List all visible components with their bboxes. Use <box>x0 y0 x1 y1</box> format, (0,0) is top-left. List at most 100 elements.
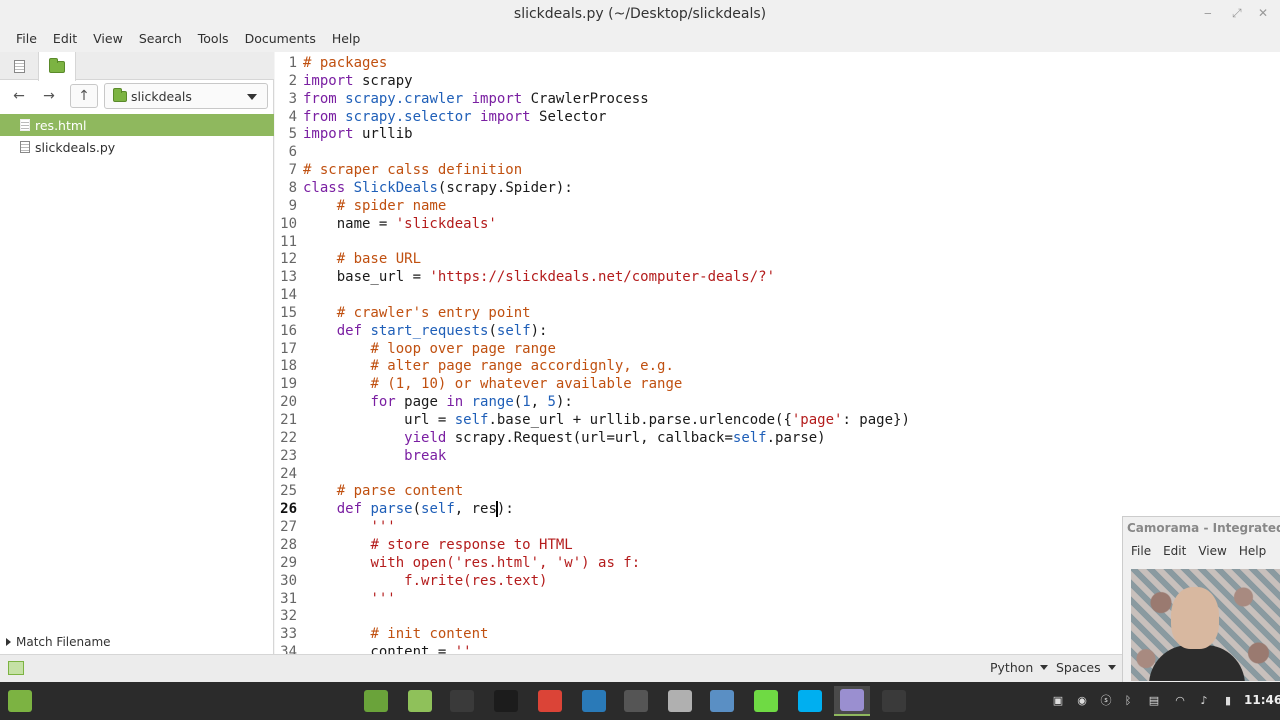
code-token: in <box>446 394 464 411</box>
menu-tools[interactable]: Tools <box>190 28 237 52</box>
volume-icon[interactable]: ♪ <box>1196 692 1212 708</box>
skype-icon <box>798 690 822 712</box>
keyboard-layout-flag-icon[interactable]: ▤ <box>1146 692 1162 708</box>
code-line[interactable]: # (1, 10) or whatever available range <box>303 375 682 393</box>
minimize-button[interactable]: ‒ <box>1204 6 1212 20</box>
code-line[interactable]: import scrapy <box>303 72 413 90</box>
webcam-tray-icon[interactable]: ◉ <box>1074 692 1090 708</box>
code-token: # alter page range accordignly, e.g. <box>370 358 674 375</box>
code-line[interactable]: def start_requests(self): <box>303 322 548 340</box>
taskbar-terminal-2[interactable] <box>876 686 912 716</box>
taskbar-mint-menu[interactable] <box>2 686 38 716</box>
skype-tray-icon[interactable]: ⓢ <box>1098 692 1114 708</box>
taskbar-calculator[interactable] <box>618 686 654 716</box>
file-item[interactable]: slickdeals.py <box>0 136 274 158</box>
menu-view[interactable]: View <box>85 28 131 52</box>
menu-search[interactable]: Search <box>131 28 190 52</box>
code-line[interactable]: ''' <box>303 590 395 608</box>
parent-folder-button[interactable]: ↑ <box>70 84 98 108</box>
side-panel-toggle-icon[interactable] <box>8 661 24 675</box>
bluetooth-icon[interactable]: ᛒ <box>1120 692 1136 708</box>
code-token: f.write(res.text) <box>404 572 548 589</box>
text-editor-icon <box>840 689 864 711</box>
code-line[interactable]: yield scrapy.Request(url=url, callback=s… <box>303 429 825 447</box>
code-token: with open('res.html', 'w') as f: <box>370 554 641 571</box>
code-line[interactable]: # packages <box>303 54 387 72</box>
file-item[interactable]: res.html <box>0 114 274 136</box>
code-line[interactable]: # base URL <box>303 250 421 268</box>
clock[interactable]: 11:46 <box>1244 693 1280 707</box>
match-filename-expander[interactable]: Match Filename <box>6 635 111 649</box>
code-line[interactable]: # loop over page range <box>303 340 555 358</box>
code-token: # parse content <box>336 483 464 500</box>
menu-documents[interactable]: Documents <box>237 28 324 52</box>
code-token: scrapy.Request(url=url, callback= <box>446 429 733 446</box>
taskbar-user-manager[interactable] <box>662 686 698 716</box>
code-line[interactable]: # init content <box>303 625 488 643</box>
code-token: 'https://slickdeals.net/computer-deals/?… <box>429 269 776 286</box>
line-number: 27 <box>280 519 297 536</box>
taskbar-upwork[interactable] <box>748 686 784 716</box>
menu-help[interactable]: Help <box>324 28 369 52</box>
close-button[interactable]: ✕ <box>1258 6 1268 20</box>
code-line[interactable]: content = '' <box>303 643 471 654</box>
line-number: 32 <box>280 608 297 625</box>
code-line[interactable]: # parse content <box>303 482 463 500</box>
camorama-window[interactable]: Camorama - Integrated File Edit View Hel… <box>1122 516 1280 682</box>
taskbar-terminal[interactable] <box>444 686 480 716</box>
code-line[interactable]: # spider name <box>303 197 447 215</box>
code-line[interactable]: class SlickDeals(scrapy.Spider): <box>303 179 573 197</box>
code-token: ''' <box>370 519 396 536</box>
code-line[interactable]: # alter page range accordignly, e.g. <box>303 357 674 375</box>
line-number: 31 <box>280 590 297 607</box>
taskbar-show-desktop[interactable] <box>358 686 394 716</box>
menu-file[interactable]: File <box>8 28 45 52</box>
code-line[interactable]: def parse(self, res): <box>303 500 514 518</box>
forward-button[interactable]: → <box>36 84 62 108</box>
file-name: res.html <box>35 117 87 133</box>
code-line[interactable]: f.write(res.text) <box>303 572 547 590</box>
code-line[interactable]: for page in range(1, 5): <box>303 393 572 411</box>
file-icon <box>20 141 30 153</box>
menu-edit[interactable]: Edit <box>45 28 85 52</box>
wifi-icon[interactable]: ◠ <box>1172 692 1188 708</box>
code-line[interactable]: url = self.base_url + urllib.parse.urlen… <box>303 411 910 429</box>
arrow-up-icon: ↑ <box>78 88 90 104</box>
taskbar-camera[interactable] <box>704 686 740 716</box>
code-line[interactable]: ''' <box>303 518 396 536</box>
code-line[interactable]: import urllib <box>303 125 413 143</box>
code-line[interactable]: from scrapy.crawler import CrawlerProces… <box>303 90 649 108</box>
taskbar-chrome[interactable] <box>532 686 568 716</box>
language-selector[interactable]: Python <box>990 660 1049 675</box>
taskbar-skype[interactable] <box>792 686 828 716</box>
camorama-menu-file[interactable]: File <box>1125 539 1157 565</box>
maximize-button[interactable]: ⤢ <box>1232 6 1242 21</box>
file-name: slickdeals.py <box>35 139 116 155</box>
code-line[interactable]: from scrapy.selector import Selector <box>303 108 606 126</box>
camorama-menu-view[interactable]: View <box>1192 539 1232 565</box>
battery-icon[interactable]: ▮ <box>1220 692 1236 708</box>
taskbar-text-editor[interactable] <box>834 686 870 716</box>
camorama-menu-help[interactable]: Help <box>1233 539 1272 565</box>
code-line[interactable]: base_url = 'https://slickdeals.net/compu… <box>303 268 775 286</box>
code-line[interactable]: # store response to HTML <box>303 536 572 554</box>
camera-tray-icon[interactable]: ▣ <box>1050 692 1066 708</box>
indent-selector[interactable]: Spaces <box>1056 660 1116 675</box>
file-browser-tab[interactable] <box>38 52 76 81</box>
folder-selector[interactable]: slickdeals <box>104 83 268 109</box>
code-line[interactable]: break <box>303 447 446 465</box>
taskbar-system-monitor[interactable] <box>488 686 524 716</box>
line-number: 3 <box>288 90 297 107</box>
taskbar-files[interactable] <box>402 686 438 716</box>
back-button[interactable]: ← <box>6 84 32 108</box>
taskbar-mysql-workbench[interactable] <box>576 686 612 716</box>
code-line[interactable]: name = 'slickdeals' <box>303 215 497 233</box>
code-line[interactable]: # crawler's entry point <box>303 304 531 322</box>
code-line[interactable]: # scraper calss definition <box>303 161 522 179</box>
code-line[interactable]: with open('res.html', 'w') as f: <box>303 554 640 572</box>
chrome-icon <box>538 690 562 712</box>
code-token: ( <box>412 501 422 518</box>
camorama-menu-edit[interactable]: Edit <box>1157 539 1192 565</box>
documents-tab[interactable] <box>0 52 38 80</box>
